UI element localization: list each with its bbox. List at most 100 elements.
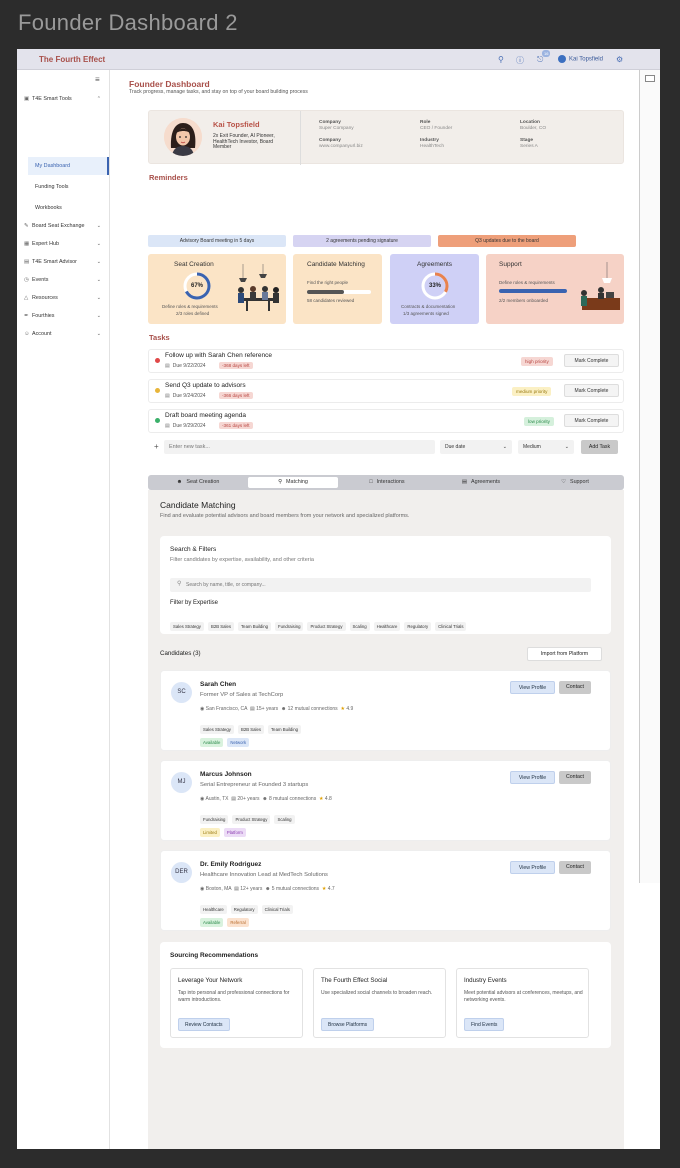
expertise-chip[interactable]: Product Strategy <box>307 622 346 631</box>
expertise-chip[interactable]: Scaling <box>349 622 370 631</box>
candidate-role: Serial Entrepreneur at Founded 3 startup… <box>200 782 309 788</box>
candidate-rating: 4.8 <box>324 796 332 802</box>
document-icon: ▤ <box>461 479 467 485</box>
sourcing-card-title: Leverage Your Network <box>178 977 243 984</box>
priority-select[interactable]: Medium ⌄ <box>518 440 574 454</box>
tab-agreements[interactable]: ▤ Agreements <box>436 477 526 488</box>
view-profile-button[interactable]: View Profile <box>510 771 555 784</box>
calendar-icon: ▤ <box>165 363 170 369</box>
find-events-button[interactable]: Find Events <box>464 1018 505 1031</box>
task-title: Send Q3 update to advisors <box>165 382 246 389</box>
card-subtitle: Define roles & requirements <box>162 304 218 309</box>
sidebar-item-label: T4E Smart Tools <box>32 96 72 102</box>
field-value: HealthTech <box>420 144 444 149</box>
availability-badge: Available <box>200 738 224 747</box>
contact-button[interactable]: Contact <box>559 861 591 874</box>
star-icon: ★ <box>318 796 324 802</box>
tab-interactions[interactable]: □ Interactions <box>342 477 432 488</box>
tab-label: Seat Creation <box>186 479 220 485</box>
candidate-card: MJ Marcus Johnson Serial Entrepreneur at… <box>160 760 611 841</box>
sidebar-item-events[interactable]: ◷ Events ⌄ <box>24 275 106 285</box>
search-icon[interactable]: ⚲ <box>498 55 504 64</box>
due-date-select[interactable]: Due date ⌄ <box>440 440 512 454</box>
profile-field-industry: Industry HealthTech <box>420 138 444 150</box>
reminder-item[interactable]: Q3 updates due to the board <box>438 235 576 247</box>
progress-fill <box>307 290 345 294</box>
reminder-item[interactable]: Advisory Board meeting in 5 days <box>148 235 286 247</box>
sourcing-card-title: Industry Events <box>464 977 507 984</box>
field-value: Series A <box>520 144 538 149</box>
filter-label: Filter by Expertise <box>170 600 219 606</box>
support-card[interactable]: Support Define roles & requirements 2/2 … <box>486 254 624 324</box>
import-button[interactable]: Import from Platform <box>527 647 602 661</box>
help-icon[interactable]: ⓘ <box>516 55 524 66</box>
plus-icon: + <box>154 442 159 451</box>
sidebar-item-funding-tools[interactable]: Funding Tools <box>28 178 109 196</box>
reminder-item[interactable]: 2 agreements pending signature <box>293 235 431 247</box>
candidate-role: Healthcare Innovation Lead at MedTech So… <box>200 872 328 878</box>
panel-icon[interactable] <box>645 75 655 82</box>
right-scroll-panel[interactable] <box>639 70 660 883</box>
review-contacts-button[interactable]: Review Contacts <box>178 1018 230 1031</box>
agreements-card[interactable]: Agreements 33% Contracts & documentation… <box>390 254 479 324</box>
expertise-chip[interactable]: Regulatory <box>404 622 432 631</box>
search-filters-title: Search & Filters <box>170 546 217 553</box>
expertise-chip[interactable]: Healthcare <box>373 622 401 631</box>
card-status: 58 candidates reviewed <box>307 298 355 303</box>
contact-button[interactable]: Contact <box>559 771 591 784</box>
sidebar-toggle-icon[interactable]: ≡ <box>95 75 100 84</box>
task-due-text: Due 9/29/2024 <box>172 423 206 429</box>
seat-creation-card[interactable]: Seat Creation 67% Define roles & require… <box>148 254 286 324</box>
search-icon: ⚲ <box>278 479 283 485</box>
candidate-search-input[interactable] <box>186 579 586 591</box>
candidate-matching-card[interactable]: Candidate Matching Find the right people… <box>293 254 382 324</box>
brand-logo-text[interactable]: The Fourth Effect <box>39 55 105 64</box>
sidebar-item-t4e-smart-tools[interactable]: ▣ T4E Smart Tools ⌃ <box>24 94 106 104</box>
expertise-chip[interactable]: Fundraising <box>275 622 304 631</box>
chevron-down-icon: ⌄ <box>96 277 101 283</box>
sidebar-item-board-seat-exchange[interactable]: ✎ Board Seat Exchange ⌄ <box>24 221 106 231</box>
view-profile-button[interactable]: View Profile <box>510 861 555 874</box>
tab-support[interactable]: ♡ Support <box>530 477 620 488</box>
sourcing-card-desc: Tap into personal and professional conne… <box>178 990 290 1003</box>
expertise-chip[interactable]: B2B Sales <box>207 622 235 631</box>
founder-avatar <box>164 118 202 156</box>
meeting-illustration <box>238 264 279 311</box>
candidate-years: 12+ years <box>240 886 263 892</box>
expertise-chip[interactable]: Sales Strategy <box>170 622 204 631</box>
tab-label: Support <box>569 479 589 485</box>
skill-tag: Scaling <box>274 815 295 824</box>
sourcing-title: Sourcing Recommendations <box>170 952 259 959</box>
contact-button[interactable]: Contact <box>559 681 591 694</box>
chevron-down-icon: ⌄ <box>96 241 101 247</box>
expertise-chip[interactable]: Team Building <box>238 622 272 631</box>
add-task-button[interactable]: Add Task <box>581 440 618 454</box>
gear-icon[interactable]: ⚙ <box>616 55 623 64</box>
expertise-chip[interactable]: Clinical Trials <box>435 622 467 631</box>
sidebar-item-workbooks[interactable]: Workbooks <box>28 199 109 217</box>
search-input-wrap[interactable]: ⚲ <box>170 578 591 592</box>
sidebar-item-fourthies[interactable]: ✒ Fourthies ⌄ <box>24 311 106 321</box>
mark-complete-button[interactable]: Mark Complete <box>564 384 619 397</box>
search-icon: ⚲ <box>177 581 182 587</box>
candidate-card: DER Dr. Emily Rodriguez Healthcare Innov… <box>160 850 611 931</box>
view-profile-button[interactable]: View Profile <box>510 681 555 694</box>
tab-seat-creation[interactable]: ☻ Seat Creation <box>153 477 243 488</box>
new-task-input[interactable] <box>164 440 435 454</box>
tab-label: Matching <box>286 479 308 485</box>
browse-platforms-button[interactable]: Browse Platforms <box>321 1018 375 1031</box>
sourcing-card-events: Industry Events Meet potential advisors … <box>456 968 589 1038</box>
tab-label: Agreements <box>471 479 501 485</box>
tab-matching[interactable]: ⚲ Matching <box>248 477 338 488</box>
sidebar-item-expert-hub[interactable]: ▦ Expert Hub ⌄ <box>24 239 106 249</box>
sidebar-item-my-dashboard[interactable]: My Dashboard <box>28 157 109 175</box>
days-left-badge: -366 days left <box>219 392 253 399</box>
sidebar-item-label: My Dashboard <box>35 163 71 169</box>
sidebar-item-resources[interactable]: △ Resources ⌄ <box>24 293 106 303</box>
user-menu[interactable]: Kai Topsfield <box>558 55 603 63</box>
sidebar-item-account[interactable]: ☺ Account ⌄ <box>24 329 106 339</box>
mark-complete-button[interactable]: Mark Complete <box>564 354 619 367</box>
mark-complete-button[interactable]: Mark Complete <box>564 414 619 427</box>
sidebar-item-smart-advisor[interactable]: ▤ T4E Smart Advisor ⌄ <box>24 257 106 267</box>
users-icon: ☻ <box>176 479 183 485</box>
